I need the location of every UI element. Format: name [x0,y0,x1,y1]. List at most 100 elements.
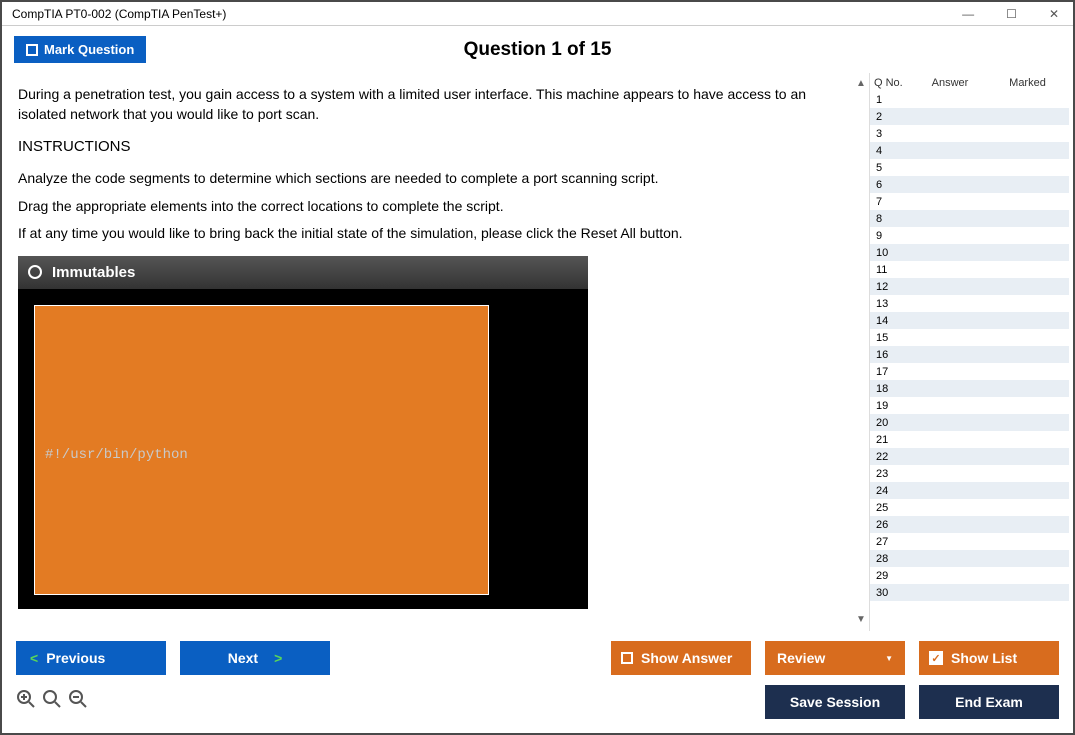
minimize-icon[interactable]: — [954,5,982,23]
question-row[interactable]: 12 [870,278,1069,295]
question-number: 2 [876,111,906,123]
question-counter: Question 1 of 15 [464,39,612,61]
col-answer: Answer [910,77,990,89]
chevron-left-icon: < [30,650,38,666]
question-number: 22 [876,451,906,463]
col-qno: Q No. [874,77,910,89]
next-button[interactable]: Next > [180,641,330,675]
header-bar: Mark Question Question 1 of 15 [2,26,1073,73]
scroll-up-icon[interactable]: ▲ [856,77,866,91]
question-row[interactable]: 14 [870,312,1069,329]
instruction-line-3: If at any time you would like to bring b… [18,224,857,244]
question-number: 6 [876,179,906,191]
simulation-panel: Immutables #!/usr/bin/python [18,256,588,609]
chevron-down-icon: ▼ [885,654,893,663]
question-row[interactable]: 27 [870,533,1069,550]
question-row[interactable]: 22 [870,448,1069,465]
question-row[interactable]: 28 [870,550,1069,567]
show-answer-label: Show Answer [641,650,732,666]
question-number: 24 [876,485,906,497]
question-list-body[interactable]: 1234567891011121314151617181920212223242… [870,91,1069,631]
zoom-in-icon[interactable] [16,689,36,715]
instructions-heading: INSTRUCTIONS [18,136,857,157]
question-row[interactable]: 21 [870,431,1069,448]
end-exam-button[interactable]: End Exam [919,685,1059,719]
maximize-icon[interactable]: ☐ [998,5,1025,23]
show-list-label: Show List [951,650,1017,666]
question-content[interactable]: During a penetration test, you gain acce… [6,73,869,631]
question-number: 17 [876,366,906,378]
mark-question-label: Mark Question [44,42,134,57]
question-number: 7 [876,196,906,208]
question-row[interactable]: 30 [870,584,1069,601]
content-scroll-indicator: ▲ ▼ [853,77,869,627]
save-session-button[interactable]: Save Session [765,685,905,719]
question-row[interactable]: 26 [870,516,1069,533]
review-button[interactable]: Review ▼ [765,641,905,675]
question-number: 18 [876,383,906,395]
question-intro: During a penetration test, you gain acce… [18,85,857,124]
question-row[interactable]: 3 [870,125,1069,142]
question-row[interactable]: 24 [870,482,1069,499]
footer-row-2: Save Session End Exam [16,685,1059,719]
question-row[interactable]: 25 [870,499,1069,516]
question-row[interactable]: 20 [870,414,1069,431]
question-row[interactable]: 19 [870,397,1069,414]
question-number: 25 [876,502,906,514]
question-number: 11 [876,264,906,276]
question-row[interactable]: 29 [870,567,1069,584]
check-icon: ✓ [929,651,943,665]
question-list-header: Q No. Answer Marked [870,73,1069,91]
scroll-down-icon[interactable]: ▼ [856,613,866,627]
zoom-icon[interactable] [42,689,62,715]
question-row[interactable]: 13 [870,295,1069,312]
question-number: 23 [876,468,906,480]
code-drop-zone[interactable]: #!/usr/bin/python [34,305,489,595]
question-row[interactable]: 16 [870,346,1069,363]
question-number: 27 [876,536,906,548]
col-marked: Marked [990,77,1065,89]
show-answer-button[interactable]: Show Answer [611,641,751,675]
question-row[interactable]: 2 [870,108,1069,125]
question-number: 20 [876,417,906,429]
simulation-body: #!/usr/bin/python [18,289,588,609]
question-number: 29 [876,570,906,582]
question-row[interactable]: 11 [870,261,1069,278]
question-row[interactable]: 9 [870,227,1069,244]
show-list-button[interactable]: ✓ Show List [919,641,1059,675]
previous-button[interactable]: < Previous [16,641,166,675]
close-icon[interactable]: ✕ [1041,5,1067,23]
window-controls: — ☐ ✕ [954,5,1067,23]
question-row[interactable]: 18 [870,380,1069,397]
window-title: CompTIA PT0-002 (CompTIA PenTest+) [12,7,226,21]
footer-row-1: < Previous Next > Show Answer Review ▼ ✓… [16,641,1059,675]
question-number: 9 [876,230,906,242]
question-number: 30 [876,587,906,599]
question-row[interactable]: 8 [870,210,1069,227]
save-session-label: Save Session [790,694,880,710]
zoom-controls [16,689,88,715]
zoom-out-icon[interactable] [68,689,88,715]
mark-question-button[interactable]: Mark Question [14,36,146,63]
previous-label: Previous [46,650,105,666]
question-row[interactable]: 15 [870,329,1069,346]
checkbox-icon [26,44,38,56]
chevron-right-icon: > [274,650,282,666]
question-number: 28 [876,553,906,565]
question-number: 12 [876,281,906,293]
review-label: Review [777,650,825,666]
question-row[interactable]: 6 [870,176,1069,193]
question-number: 1 [876,94,906,106]
question-number: 8 [876,213,906,225]
end-exam-label: End Exam [955,694,1023,710]
question-row[interactable]: 7 [870,193,1069,210]
footer: < Previous Next > Show Answer Review ▼ ✓… [2,631,1073,733]
question-row[interactable]: 17 [870,363,1069,380]
question-row[interactable]: 1 [870,91,1069,108]
question-row[interactable]: 5 [870,159,1069,176]
question-number: 5 [876,162,906,174]
question-row[interactable]: 4 [870,142,1069,159]
question-row[interactable]: 23 [870,465,1069,482]
question-row[interactable]: 10 [870,244,1069,261]
question-number: 13 [876,298,906,310]
